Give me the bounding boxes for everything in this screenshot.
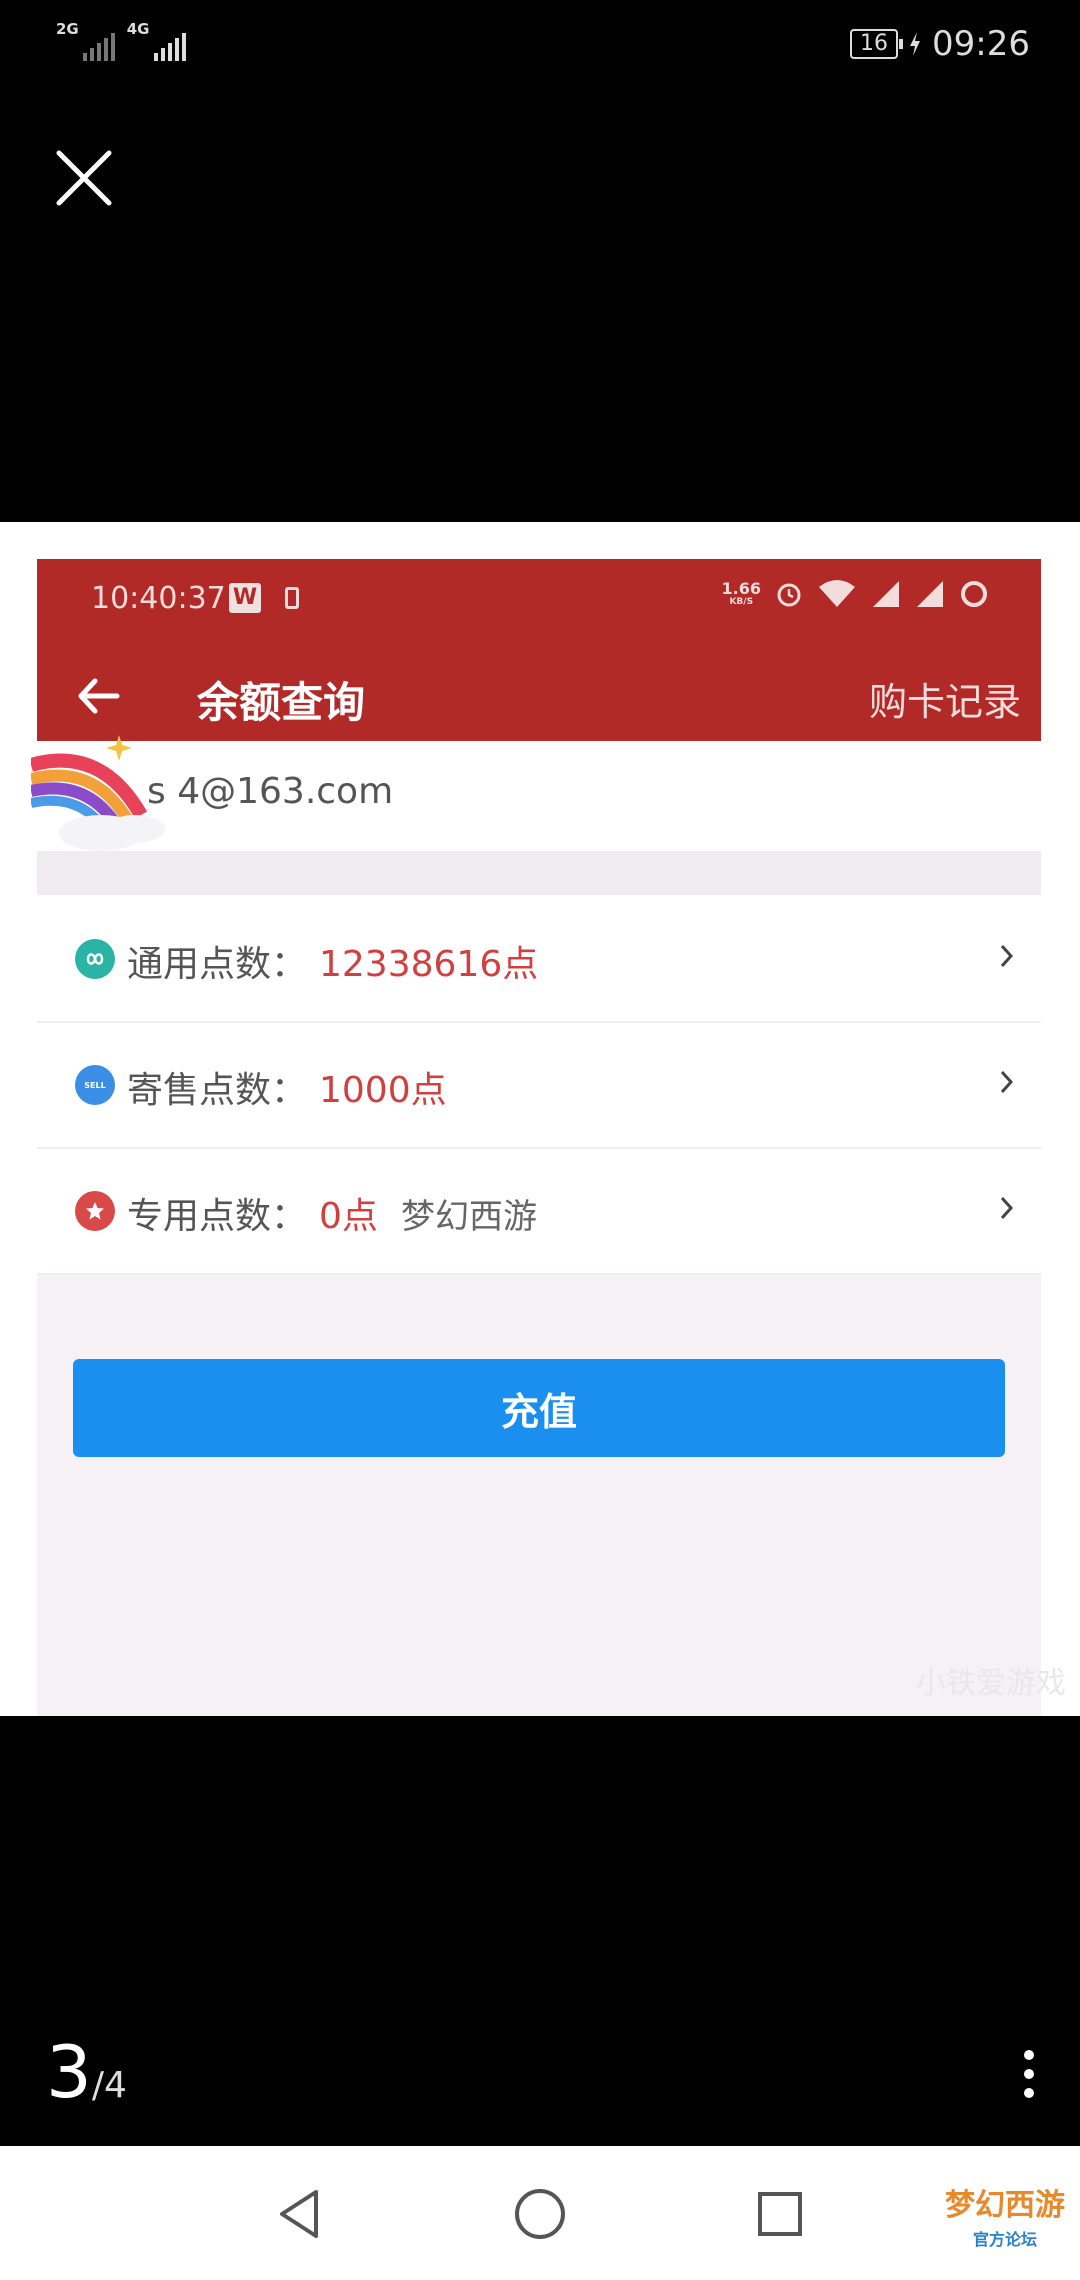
inner-status-bar: 10:40:37 W 1.66 KB/S: [37, 559, 1041, 651]
chevron-right-icon: [1000, 944, 1014, 968]
speed-unit: KB/S: [729, 597, 754, 607]
row-value: 1000点: [319, 1070, 447, 1111]
points-list: 通用点数： 12338616点 SELL 寄售点数： 1000点 专用点数： 0…: [37, 895, 1041, 1275]
speed-value: 1.66: [721, 579, 761, 598]
inner-clock: 10:40:37: [91, 581, 226, 616]
cell-signal-icon: [917, 581, 943, 607]
nav-home-icon[interactable]: [508, 2182, 572, 2246]
recharge-button[interactable]: 充值: [73, 1359, 1005, 1457]
status-bar-right: 16 09:26: [850, 24, 1030, 64]
close-icon[interactable]: [54, 148, 114, 208]
row-value: 12338616点: [319, 944, 539, 985]
row-game-name: 梦幻西游: [401, 1197, 537, 1237]
more-options-icon[interactable]: [1024, 2050, 1036, 2102]
chevron-right-icon: [1000, 1070, 1014, 1094]
inner-status-icons: 1.66 KB/S: [722, 579, 989, 609]
row-label: 寄售点数：: [127, 1070, 308, 1111]
cell-signal-icon: [873, 581, 899, 607]
clock: 09:26: [932, 24, 1030, 64]
list-item-dedicated-points[interactable]: 专用点数： 0点 梦幻西游: [37, 1147, 1041, 1275]
notification-icon: [285, 587, 299, 609]
logo-title: 梦幻西游: [945, 2188, 1065, 2223]
rainbow-sticker: [31, 735, 165, 851]
wifi-icon: [819, 580, 855, 607]
system-nav-bar: 梦幻西游 官方论坛: [0, 2146, 1080, 2280]
w-app-icon: W: [229, 583, 261, 613]
page-title: 余额查询: [197, 678, 366, 727]
page-current: 3: [46, 2030, 92, 2114]
battery-ring-icon: [961, 581, 987, 607]
network-speed: 1.66 KB/S: [721, 579, 761, 608]
network-label-2g: 2G: [56, 20, 79, 38]
viewed-image: 10:40:37 W 1.66 KB/S 余额查询 购卡记录 s 4@163.c…: [0, 522, 1080, 1716]
recharge-label: 充值: [500, 1389, 577, 1434]
divider-band: [37, 851, 1041, 895]
page-total: /4: [91, 2065, 127, 2106]
nav-back-icon[interactable]: [268, 2182, 332, 2246]
page-counter: 3/4: [46, 2030, 127, 2114]
signal-bars-icon: [82, 33, 115, 61]
account-email: s 4@163.com: [147, 771, 394, 812]
row-label: 专用点数：: [127, 1196, 308, 1237]
alarm-icon: [777, 583, 801, 607]
infinity-icon: [75, 939, 115, 979]
status-bar-left: 2G 4G: [56, 22, 186, 61]
app-header: 余额查询 购卡记录: [37, 651, 1041, 741]
signal-bars-icon: [153, 33, 186, 61]
charging-icon: [910, 32, 921, 56]
network-label-4g: 4G: [126, 20, 150, 38]
battery-icon: 16: [850, 29, 904, 59]
game-forum-logo: 梦幻西游 官方论坛: [938, 2186, 1072, 2272]
chevron-right-icon: [1000, 1196, 1014, 1220]
nav-recents-icon[interactable]: [748, 2182, 812, 2246]
list-item-general-points[interactable]: 通用点数： 12338616点: [37, 895, 1041, 1023]
row-label: 通用点数：: [127, 944, 308, 985]
sell-icon: SELL: [75, 1065, 115, 1105]
list-item-consignment-points[interactable]: SELL 寄售点数： 1000点: [37, 1021, 1041, 1149]
row-value: 0点: [319, 1196, 378, 1237]
card-records-link[interactable]: 购卡记录: [869, 671, 1021, 726]
game-icon: [75, 1191, 115, 1231]
signal-2g: 2G: [56, 22, 115, 61]
account-row: s 4@163.com: [31, 735, 1041, 851]
screenshot-content: 10:40:37 W 1.66 KB/S 余额查询 购卡记录 s 4@163.c…: [31, 559, 1041, 1716]
signal-4g: 4G: [127, 22, 186, 61]
sell-icon-text: SELL: [84, 1080, 106, 1090]
watermark: 小铁爱游戏: [916, 1666, 1066, 1701]
logo-subtitle: 官方论坛: [972, 2230, 1037, 2249]
